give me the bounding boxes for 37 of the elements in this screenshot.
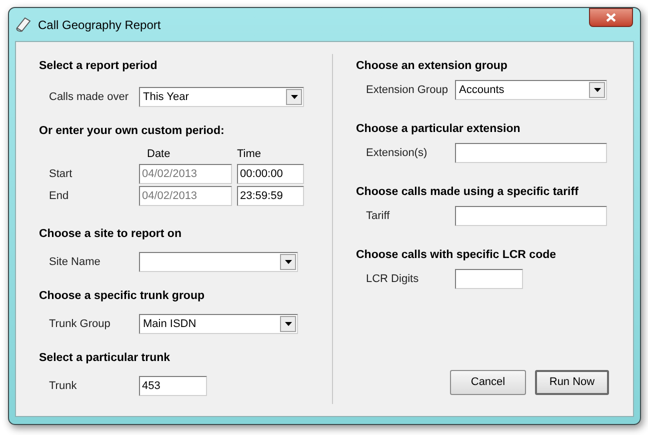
text-field[interactable] xyxy=(455,143,607,163)
column-header: Time xyxy=(237,146,262,162)
section-heading: Choose a particular extension xyxy=(356,122,522,137)
section-heading: Choose a site to report on xyxy=(39,227,182,242)
text-field[interactable]: 23:59:59 xyxy=(237,186,304,206)
field-label: Trunk Group xyxy=(49,316,112,332)
dialog-button[interactable]: Cancel xyxy=(450,370,526,395)
section-heading: Choose calls with specific LCR code xyxy=(356,248,558,263)
window-title: Call Geography Report xyxy=(38,16,161,34)
field-label: Site Name xyxy=(49,254,102,270)
section-heading: Select a report period xyxy=(39,59,158,74)
field-label: Calls made over xyxy=(49,90,130,105)
field-label: LCR Digits xyxy=(366,272,420,287)
field-label: Extension Group xyxy=(366,82,449,98)
field-label: End xyxy=(49,188,70,204)
text-field[interactable]: 00:00:00 xyxy=(237,164,304,184)
field-label: Extension(s) xyxy=(366,146,428,161)
section-heading: Choose an extension group xyxy=(356,59,508,74)
section-heading: Choose calls made using a specific tariff xyxy=(356,185,580,200)
dropdown[interactable]: Main ISDN xyxy=(139,314,298,334)
paper-roll-icon xyxy=(15,16,32,33)
section-heading: Choose a specific trunk group xyxy=(39,289,206,304)
section-heading: Select a particular trunk xyxy=(39,351,172,366)
field-label: Trunk xyxy=(49,378,78,394)
section-heading: Or enter your own custom period: xyxy=(39,124,226,139)
dialog-button[interactable]: Run Now xyxy=(535,370,609,395)
dropdown[interactable] xyxy=(139,252,298,272)
field-label: Start xyxy=(49,166,74,182)
dropdown[interactable]: This Year xyxy=(139,87,304,107)
text-field[interactable] xyxy=(455,206,607,226)
column-header: Date xyxy=(146,146,172,162)
close-button[interactable] xyxy=(589,8,633,27)
dropdown[interactable]: Accounts xyxy=(455,80,607,100)
text-field[interactable] xyxy=(455,269,523,289)
field-label: Tariff xyxy=(366,208,391,224)
close-icon xyxy=(606,13,616,22)
text-field[interactable]: 453 xyxy=(139,376,207,396)
